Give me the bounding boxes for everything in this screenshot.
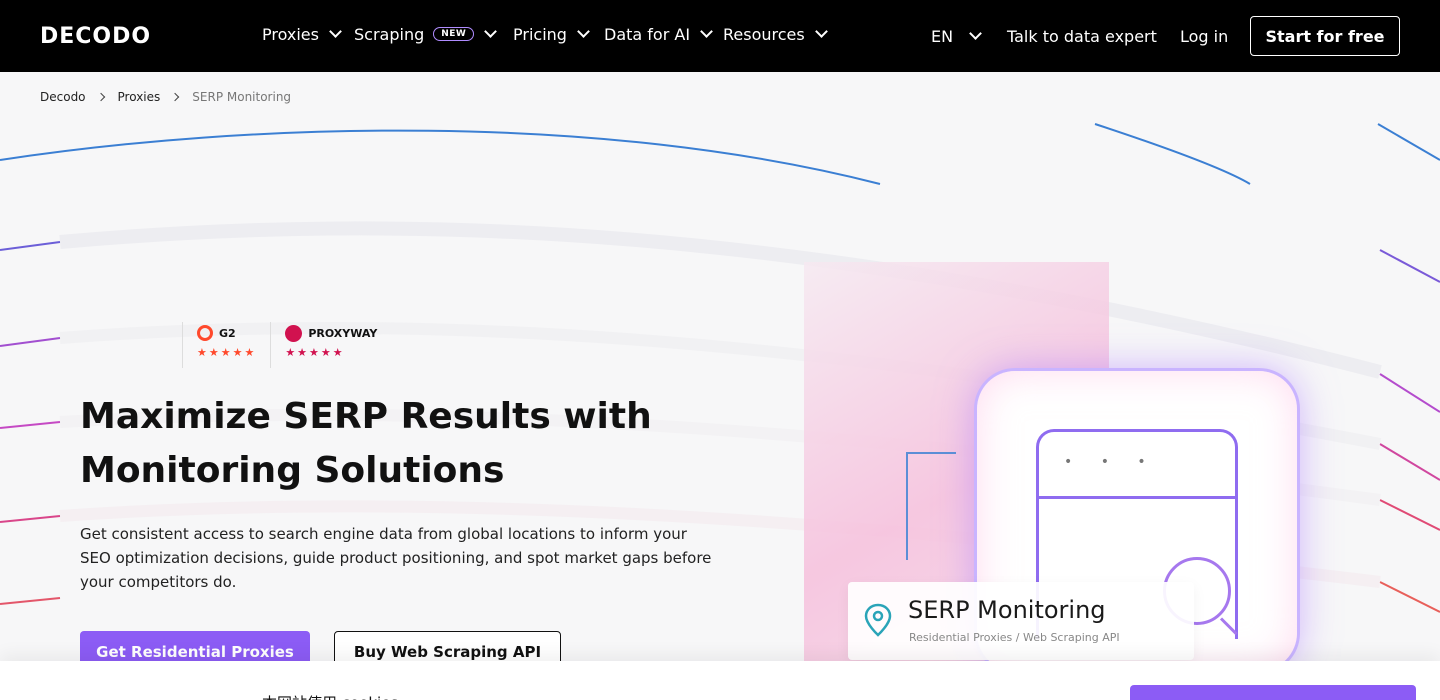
language-label: EN bbox=[931, 26, 954, 46]
rating-name: G2 bbox=[219, 326, 236, 340]
login-label: Log in bbox=[1180, 26, 1229, 46]
browser-window-divider bbox=[1036, 496, 1238, 499]
star-rating: ★★★★★ bbox=[197, 346, 257, 359]
chevron-down-icon bbox=[484, 25, 498, 38]
chevron-right-icon bbox=[171, 92, 180, 102]
rating-g2[interactable]: G2 ★★★★★ bbox=[182, 322, 270, 368]
button-label: Get Residential Proxies bbox=[96, 643, 294, 661]
new-badge: NEW bbox=[433, 27, 475, 41]
talk-to-expert-link[interactable]: Talk to data expert bbox=[1007, 24, 1157, 48]
rating-head: PROXYWAY bbox=[285, 322, 377, 344]
decodo-logo[interactable]: DECODO bbox=[40, 23, 152, 49]
chevron-down-icon bbox=[700, 25, 713, 38]
nav-item-label: Proxies bbox=[262, 24, 319, 44]
nav-item-label: Pricing bbox=[513, 24, 567, 44]
breadcrumb-item-decodo[interactable]: Decodo bbox=[40, 90, 86, 104]
talk-to-expert-label: Talk to data expert bbox=[1007, 26, 1157, 46]
language-selector[interactable]: EN bbox=[931, 24, 982, 48]
nav-item-pricing[interactable]: Pricing bbox=[513, 22, 590, 46]
nav-item-scraping[interactable]: Scraping NEW bbox=[354, 22, 498, 46]
g2-logo-icon bbox=[197, 325, 213, 341]
rating-head: G2 bbox=[197, 322, 256, 344]
hero-subtitle: Get consistent access to search engine d… bbox=[80, 525, 712, 591]
card-title: SERP Monitoring bbox=[908, 596, 1106, 624]
button-label: Buy Web Scraping API bbox=[353, 643, 542, 661]
window-dots: • • • bbox=[1064, 454, 1158, 470]
chevron-right-icon bbox=[96, 92, 105, 102]
nav-item-label: Resources bbox=[723, 24, 805, 44]
chevron-down-icon bbox=[969, 27, 982, 40]
login-link[interactable]: Log in bbox=[1180, 24, 1228, 48]
chevron-down-icon bbox=[577, 25, 590, 38]
chevron-down-icon bbox=[814, 25, 828, 38]
cookie-accept-button[interactable] bbox=[1130, 685, 1416, 700]
start-for-free-button[interactable]: Start for free bbox=[1250, 16, 1400, 56]
nav-item-label: Data for AI bbox=[604, 24, 691, 44]
breadcrumb-item-current: SERP Monitoring bbox=[192, 90, 292, 104]
rating-name: PROXYWAY bbox=[308, 326, 378, 340]
breadcrumb: Decodo Proxies SERP Monitoring bbox=[40, 90, 291, 104]
nav-item-data-for-ai[interactable]: Data for AI bbox=[604, 22, 713, 46]
rating-proxyway[interactable]: PROXYWAY ★★★★★ bbox=[270, 322, 391, 368]
nav-item-resources[interactable]: Resources bbox=[723, 22, 828, 46]
card-subtitle: Residential Proxies / Web Scraping API bbox=[909, 631, 1120, 644]
review-ratings: G2 ★★★★★ PROXYWAY ★★★★★ bbox=[182, 322, 391, 368]
cookie-banner-text: 本网站使用 cookies bbox=[262, 692, 398, 700]
proxyway-logo-icon bbox=[285, 324, 303, 342]
decorative-bracket bbox=[906, 452, 956, 560]
start-for-free-label: Start for free bbox=[1265, 26, 1385, 46]
logo-text: DECODO bbox=[40, 23, 152, 49]
nav-item-label: Scraping bbox=[354, 24, 425, 44]
breadcrumb-item-proxies[interactable]: Proxies bbox=[118, 90, 161, 104]
location-pin-icon bbox=[864, 603, 892, 637]
hero-title: Maximize SERP Results with Monitoring So… bbox=[80, 396, 652, 491]
top-navbar: DECODO Proxies Scraping NEW Pricing Data… bbox=[0, 0, 1440, 72]
chevron-down-icon bbox=[329, 25, 342, 38]
nav-item-proxies[interactable]: Proxies bbox=[262, 22, 342, 46]
star-rating: ★★★★★ bbox=[285, 346, 345, 359]
